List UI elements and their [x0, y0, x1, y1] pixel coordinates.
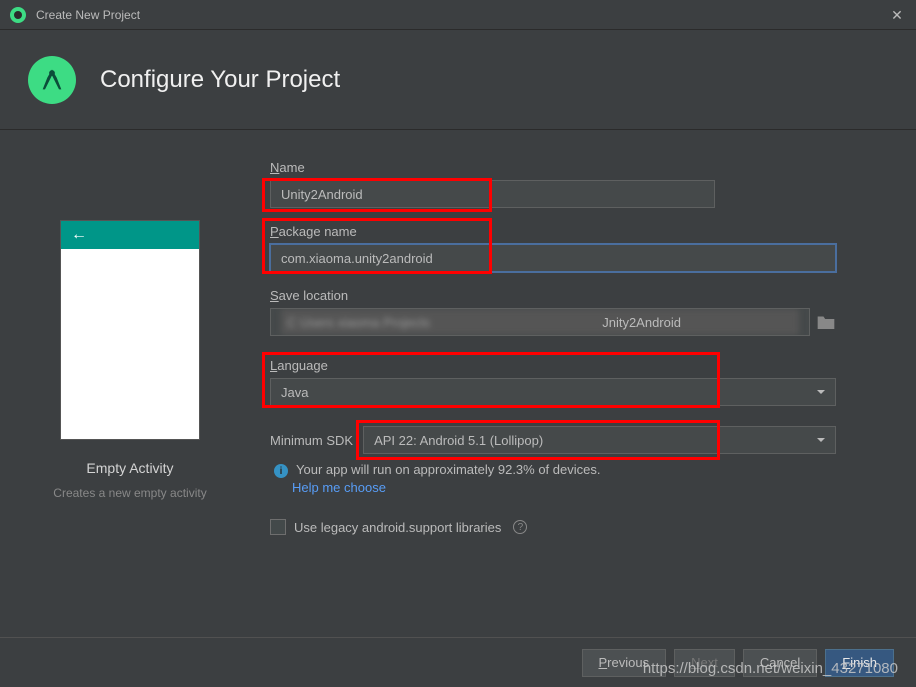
cancel-button[interactable]: Cancel	[743, 649, 817, 677]
app-icon	[10, 7, 26, 23]
name-input[interactable]	[270, 180, 715, 208]
page-title: Configure Your Project	[100, 66, 340, 94]
save-location-input[interactable]: C Users xiaoma Projects Jnity2Android	[270, 308, 810, 336]
back-arrow-icon: ←	[71, 226, 87, 244]
language-label: Language	[270, 358, 836, 373]
titlebar: Create New Project ✕	[0, 0, 916, 30]
finish-button[interactable]: Finish	[825, 649, 894, 677]
header: Configure Your Project	[0, 30, 916, 130]
browse-folder-icon[interactable]	[816, 314, 836, 330]
close-icon[interactable]: ✕	[886, 4, 908, 26]
name-label: Name	[270, 160, 836, 175]
chevron-down-icon	[817, 390, 825, 394]
info-icon: i	[274, 464, 288, 478]
activity-preview: ←	[60, 220, 200, 440]
legacy-libraries-label: Use legacy android.support libraries	[294, 520, 501, 535]
preview-title: Empty Activity	[40, 460, 220, 476]
chevron-down-icon	[817, 438, 825, 442]
package-label: Package name	[270, 224, 836, 239]
legacy-libraries-checkbox[interactable]	[270, 519, 286, 535]
footer: Previous Next Cancel Finish	[0, 637, 916, 687]
next-button: Next	[674, 649, 735, 677]
min-sdk-select[interactable]: API 22: Android 5.1 (Lollipop)	[363, 426, 836, 454]
package-input[interactable]	[270, 244, 836, 272]
min-sdk-label: Minimum SDK	[270, 433, 353, 448]
previous-button[interactable]: Previous	[582, 649, 667, 677]
preview-description: Creates a new empty activity	[40, 486, 220, 500]
device-coverage-text: Your app will run on approximately 92.3%…	[296, 462, 600, 477]
android-studio-logo	[28, 56, 76, 104]
language-select[interactable]: Java	[270, 378, 836, 406]
help-me-choose-link[interactable]: Help me choose	[292, 480, 836, 495]
save-location-label: Save location	[270, 288, 836, 303]
help-icon[interactable]: ?	[513, 520, 527, 534]
window-title: Create New Project	[36, 8, 140, 22]
